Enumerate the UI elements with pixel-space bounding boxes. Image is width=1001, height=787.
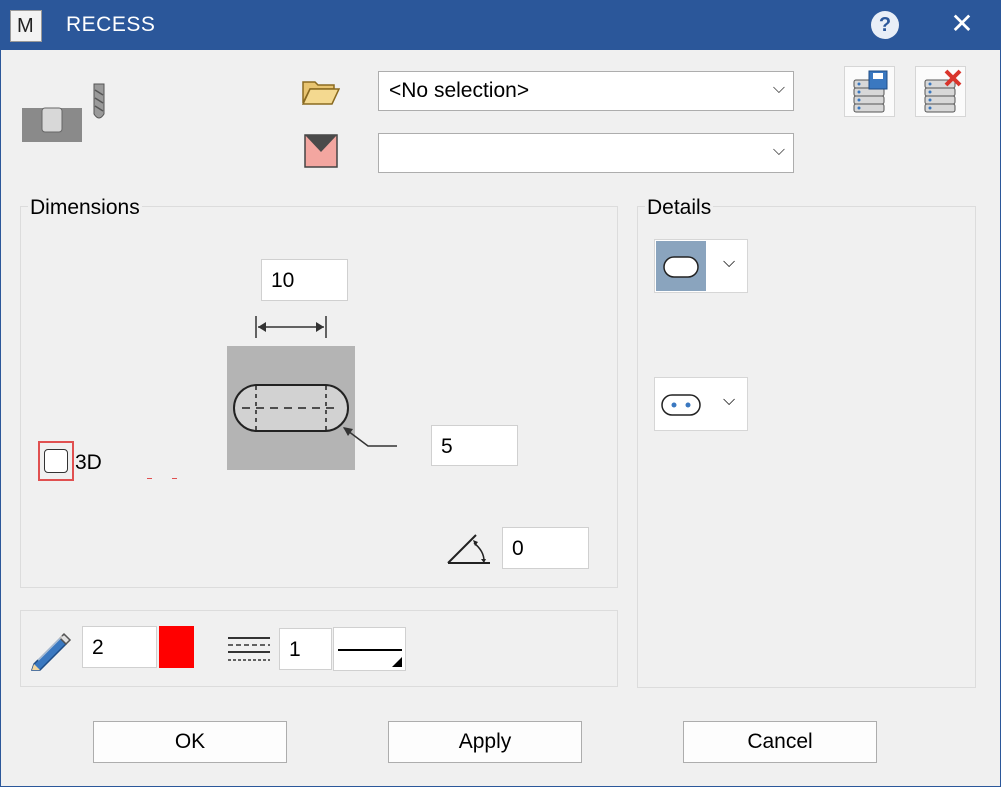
rounded-slot-icon	[663, 256, 699, 278]
apply-button[interactable]: Apply	[388, 721, 582, 763]
width-input-value: 10	[271, 269, 295, 292]
dropdown-corner-icon	[392, 657, 402, 667]
delete-database-button[interactable]	[915, 66, 966, 117]
details-group-label: Details	[645, 196, 714, 220]
pen-width-input[interactable]: 2	[82, 626, 157, 668]
slot-shape-preview	[656, 241, 706, 291]
slot-shape-dropdown[interactable]: ⌵	[654, 239, 748, 293]
window-title: RECESS	[66, 13, 156, 36]
width-input[interactable]: 10	[261, 259, 348, 301]
pen-color-swatch[interactable]	[159, 626, 194, 668]
pen-width-value: 2	[92, 636, 104, 659]
database-delete-icon	[924, 69, 962, 113]
selection-combo-value: <No selection>	[389, 79, 530, 102]
folder-open-icon	[302, 81, 340, 105]
selection-combo[interactable]: <No selection> ⌵	[378, 71, 794, 111]
red-tick-mark	[147, 478, 152, 479]
3d-checkbox[interactable]	[44, 449, 68, 473]
chevron-down-icon: ⌵	[772, 142, 785, 159]
line-type-value: 1	[289, 638, 301, 661]
pencil-icon	[30, 632, 72, 671]
dimensions-group-label: Dimensions	[28, 196, 142, 220]
app-icon-letter: M	[17, 15, 34, 37]
recess-tool-icon	[22, 83, 105, 142]
cancel-button[interactable]: Cancel	[683, 721, 877, 763]
help-button[interactable]: ?	[871, 11, 899, 39]
red-tick-mark	[172, 478, 177, 479]
chevron-down-icon: ⌵	[772, 80, 785, 97]
slot-centers-icon	[661, 394, 701, 416]
slot-points-dropdown[interactable]: ⌵	[654, 377, 748, 431]
chevron-down-icon: ⌵	[723, 392, 736, 409]
angle-input[interactable]: 0	[502, 527, 589, 569]
app-icon: M	[10, 10, 42, 42]
database-save-icon	[853, 70, 888, 113]
ok-button[interactable]: OK	[93, 721, 287, 763]
angle-input-value: 0	[512, 537, 524, 560]
3d-checkbox-label: 3D	[75, 451, 102, 474]
line-sample	[338, 649, 402, 651]
material-icon	[304, 134, 338, 168]
slot-diagram	[227, 316, 397, 470]
material-combo[interactable]: ⌵	[378, 133, 794, 173]
radius-input-value: 5	[441, 435, 453, 458]
chevron-down-icon: ⌵	[723, 254, 736, 271]
radius-input[interactable]: 5	[431, 425, 518, 466]
line-style-dropdown[interactable]	[333, 627, 406, 671]
line-style-icon	[228, 637, 270, 661]
line-type-input[interactable]: 1	[279, 628, 332, 670]
close-button[interactable]: ✕	[946, 8, 978, 40]
save-database-button[interactable]	[844, 66, 895, 117]
angle-icon	[447, 534, 490, 564]
